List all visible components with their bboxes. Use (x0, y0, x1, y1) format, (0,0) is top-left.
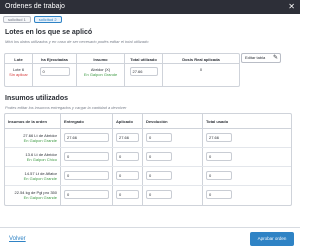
table-row: 22.54 kg de Pgl pro 350 En Galpon Grande… (5, 186, 291, 205)
delivered-input[interactable]: 27.66 (64, 133, 109, 142)
devolucion-cell: 0 (143, 186, 203, 205)
aplicado-cell: 0 (113, 148, 143, 166)
col-insumo: Insumo (77, 54, 125, 63)
total-cell: 27.66 (125, 64, 163, 86)
supply-location: En Galpon Chico (26, 157, 57, 162)
pencil-icon: ✎ (272, 55, 278, 61)
edit-table-button[interactable]: Editar tabla ✎ (241, 53, 281, 63)
window-titlebar: Ordenes de trabajo ✕ (0, 0, 300, 14)
applied-input[interactable]: 27.66 (116, 133, 139, 142)
tab-solicitud-1[interactable]: solicitud 1 (3, 16, 31, 23)
applied-input[interactable]: 0 (116, 171, 139, 180)
col-insumos-orden: Insumos de la orden (5, 114, 61, 128)
entregado-cell: 0 (61, 148, 113, 166)
entregado-cell: 0 (61, 186, 113, 205)
lot-status: Sin aplicar (9, 72, 28, 77)
tab-solicitud-2[interactable]: solicitud 2 (33, 16, 62, 23)
supplies-table-header: Insumos de la orden Entregado Aplicado D… (5, 114, 291, 129)
devolucion-cell: 0 (143, 148, 203, 166)
insumo-location: En Galpon Grande (83, 72, 118, 77)
devolucion-cell: 0 (143, 129, 203, 147)
col-ha-ejecutadas: ha Ejecutadas (33, 54, 77, 63)
lot-cell: Lote 6 Sin aplicar (5, 64, 33, 86)
return-input[interactable]: 0 (146, 171, 172, 180)
table-row: Lote 6 Sin aplicar 0 Abridor (X) En Galp… (5, 64, 239, 86)
entregado-cell: 27.66 (61, 129, 113, 147)
table-row: 27.66 Lt de Abridor En Galpon Grande 27.… (5, 129, 291, 148)
total-usado-cell: 0 (203, 167, 291, 185)
dosis-value: 0 (199, 67, 203, 72)
edit-table-label: Editar tabla (245, 55, 266, 60)
delivered-input[interactable]: 0 (64, 190, 109, 199)
delivered-input[interactable]: 0 (64, 152, 109, 161)
supply-name-cell: 27.66 Lt de Abridor En Galpon Grande (5, 129, 61, 147)
table-row: 13.6 Lt de Abridor En Galpon Chico 0 0 0… (5, 148, 291, 167)
back-link[interactable]: Volver (9, 236, 26, 243)
col-dosis-real: Dosis Real aplicada (182, 57, 220, 62)
supply-name-cell: 13.6 Lt de Abridor En Galpon Chico (5, 148, 61, 166)
supply-location: En Galpon Grande (23, 176, 57, 181)
ha-cell: 0 (33, 64, 77, 86)
aplicado-cell: 27.66 (113, 129, 143, 147)
insumo-cell: Abridor (X) En Galpon Grande (77, 64, 125, 86)
table-row: 14.57 Lt de Aflator En Galpon Grande 0 0… (5, 167, 291, 186)
delivered-input[interactable]: 0 (64, 171, 109, 180)
return-input[interactable]: 0 (146, 190, 172, 199)
aplicado-cell: 0 (113, 186, 143, 205)
request-tabs: solicitud 1 solicitud 2 (3, 16, 62, 24)
ha-executed-field[interactable]: 0 (39, 67, 70, 76)
supply-location: En Galpon Grande (23, 138, 57, 143)
approve-order-button[interactable]: Aprobar orden (250, 232, 294, 246)
return-input[interactable]: 0 (146, 152, 172, 161)
dialog-footer: Volver Aprobar orden (0, 227, 300, 252)
supplies-section-subtitle: Podes editar los insumos entregados y ca… (5, 105, 127, 110)
total-used-input[interactable]: 0 (206, 152, 232, 161)
total-usado-cell: 0 (203, 186, 291, 205)
col-entregado: Entregado (61, 114, 113, 128)
applied-input[interactable]: 0 (116, 190, 139, 199)
total-used-input[interactable]: 0 (206, 171, 232, 180)
col-lote: Lote (5, 54, 33, 63)
total-used-field[interactable]: 27.66 (129, 67, 158, 76)
applied-input[interactable]: 0 (116, 152, 139, 161)
supply-name-cell: 14.57 Lt de Aflator En Galpon Grande (5, 167, 61, 185)
total-used-input[interactable]: 0 (206, 190, 232, 199)
supplies-section-title: Insumos utilizados (5, 95, 69, 102)
return-input[interactable]: 0 (146, 133, 172, 142)
lots-table-header: Lote ha Ejecutadas Insumo Total utilizad… (5, 54, 239, 64)
devolucion-cell: 0 (143, 167, 203, 185)
supply-name-cell: 22.54 kg de Pgl pro 350 En Galpon Grande (5, 186, 61, 205)
total-used-input[interactable]: 27.66 (206, 133, 232, 142)
total-usado-cell: 27.66 (203, 129, 291, 147)
supplies-table: Insumos de la orden Entregado Aplicado D… (4, 113, 292, 206)
close-icon[interactable]: ✕ (288, 1, 295, 12)
lots-table: Lote ha Ejecutadas Insumo Total utilizad… (4, 53, 240, 87)
aplicado-cell: 0 (113, 167, 143, 185)
lots-section-subtitle: Mirá los datos utilizados y en caso de s… (5, 39, 149, 44)
dosis-cell: 0 (163, 64, 239, 86)
total-usado-cell: 0 (203, 148, 291, 166)
col-devolucion: Devolución (143, 114, 203, 128)
lots-section-title: Lotes en los que se aplicó (5, 29, 93, 36)
window-title: Ordenes de trabajo (5, 3, 65, 10)
col-total-utilizado: Total utilizado (125, 54, 163, 63)
col-total-usado: Total usado (206, 119, 229, 124)
entregado-cell: 0 (61, 167, 113, 185)
col-aplicado: Aplicado (113, 114, 143, 128)
supply-location: En Galpon Grande (23, 195, 57, 200)
